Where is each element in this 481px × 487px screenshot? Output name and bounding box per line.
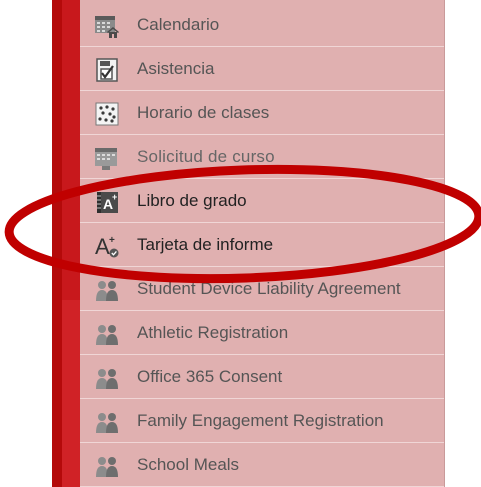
- menu-right-border: [444, 0, 445, 487]
- menu-item-school-meals[interactable]: School Meals: [80, 444, 444, 487]
- menu-item-label: Student Device Liability Agreement: [137, 279, 401, 298]
- people-icon: [94, 321, 120, 347]
- calendar-icon: [94, 13, 120, 39]
- navigation-menu: Calendario Asistencia Horario de clases …: [80, 0, 444, 487]
- menu-item-label: Solicitud de curso: [137, 147, 275, 166]
- people-icon: [94, 277, 120, 303]
- menu-item-label: Office 365 Consent: [137, 367, 283, 386]
- people-icon: [94, 453, 120, 479]
- menu-item-student-device-liability-agreement[interactable]: Student Device Liability Agreement: [80, 268, 444, 311]
- menu-item-label: Libro de grado: [137, 191, 247, 210]
- sidebar-accent-bar-lower: [62, 300, 80, 487]
- menu-item-office-365-consent[interactable]: Office 365 Consent: [80, 356, 444, 399]
- course-request-icon: [94, 145, 120, 171]
- svg-text:+: +: [109, 235, 115, 246]
- menu-item-label: Calendario: [137, 15, 220, 34]
- menu-item-label: Tarjeta de informe: [137, 235, 274, 254]
- page: Calendario Asistencia Horario de clases …: [0, 0, 481, 487]
- menu-item-label: Horario de clases: [137, 103, 270, 122]
- gradebook-icon: A +: [94, 189, 120, 215]
- menu-item-label: Asistencia: [137, 59, 215, 78]
- menu-item-solicitud-de-curso[interactable]: Solicitud de curso: [80, 136, 444, 179]
- attendance-checkbox-icon: [94, 57, 120, 83]
- menu-item-horario-de-clases[interactable]: Horario de clases: [80, 92, 444, 135]
- menu-item-label: School Meals: [137, 455, 240, 474]
- report-card-icon: A +: [94, 233, 120, 259]
- menu-item-asistencia[interactable]: Asistencia: [80, 48, 444, 91]
- menu-item-family-engagement-registration[interactable]: Family Engagement Registration: [80, 400, 444, 443]
- menu-item-label: Family Engagement Registration: [137, 411, 384, 430]
- people-icon: [94, 365, 120, 391]
- menu-item-libro-de-grado[interactable]: A + Libro de grado: [80, 180, 444, 223]
- people-icon: [94, 409, 120, 435]
- svg-text:A: A: [95, 234, 110, 259]
- menu-item-athletic-registration[interactable]: Athletic Registration: [80, 312, 444, 355]
- sidebar-edge: [52, 0, 62, 487]
- svg-text:+: +: [112, 192, 117, 202]
- menu-item-tarjeta-de-informe[interactable]: A + Tarjeta de informe: [80, 224, 444, 267]
- menu-item-calendario[interactable]: Calendario: [80, 4, 444, 47]
- menu-item-label: Athletic Registration: [137, 323, 289, 342]
- class-schedule-icon: [94, 101, 120, 127]
